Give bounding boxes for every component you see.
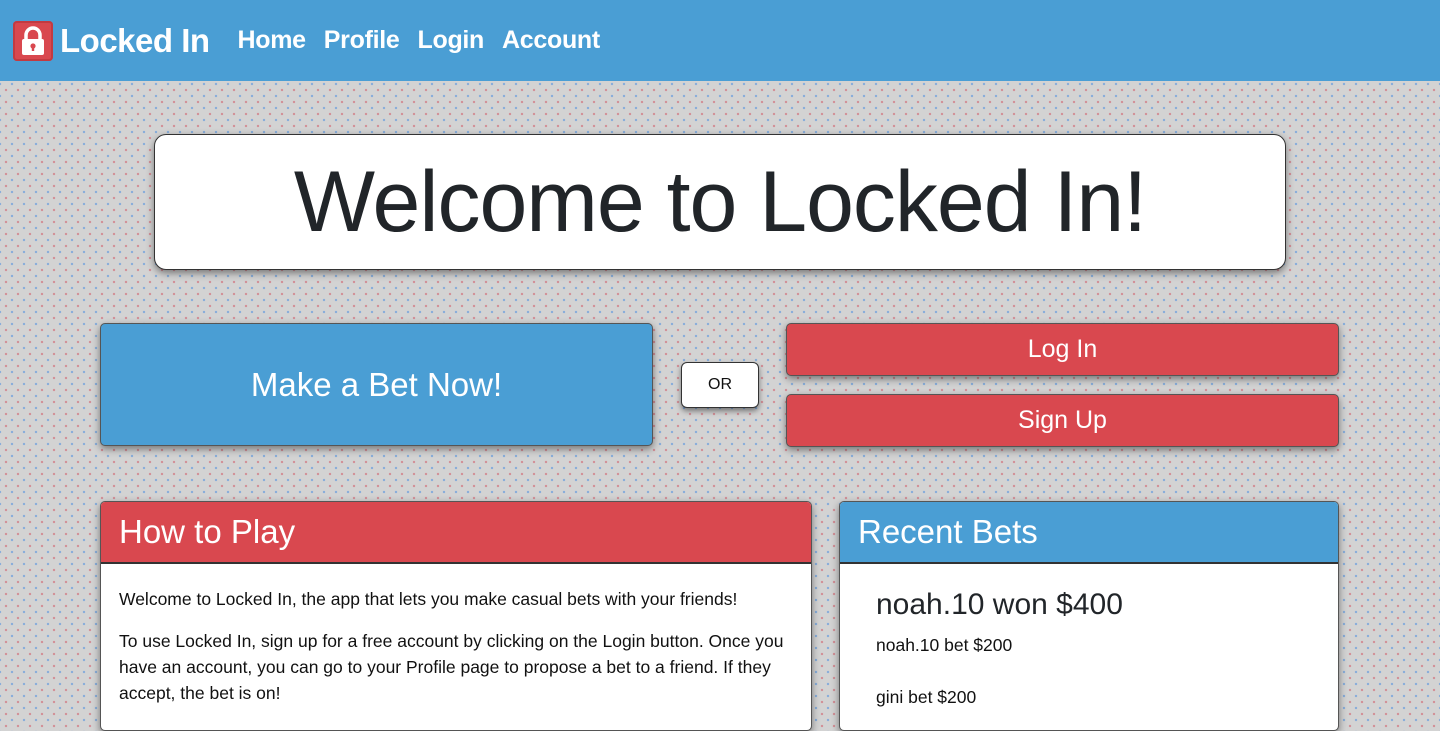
bet-line: gini bet $200	[876, 687, 977, 707]
top-navbar: Locked In Home Profile Login Account	[0, 0, 1440, 81]
recent-bets-title: Recent Bets	[840, 502, 1338, 564]
login-button[interactable]: Log In	[786, 323, 1339, 376]
nav-link-home[interactable]: Home	[238, 26, 307, 55]
lock-icon	[13, 20, 53, 61]
nav-link-profile[interactable]: Profile	[324, 26, 400, 55]
bet-headline: noah.10 won $400	[876, 588, 1123, 621]
recent-bets-list: noah.10 won $400 noah.10 bet $200 gini b…	[840, 564, 1338, 710]
recent-bets-card: Recent Bets noah.10 won $400 noah.10 bet…	[839, 501, 1339, 731]
nav-links: Home Profile Login Account	[238, 26, 618, 55]
brand-name: Locked In	[60, 21, 210, 59]
how-to-play-paragraph: To use Locked In, sign up for a free acc…	[119, 631, 784, 703]
welcome-banner: Welcome to Locked In!	[154, 134, 1286, 270]
nav-link-login[interactable]: Login	[418, 26, 485, 55]
signup-button[interactable]: Sign Up	[786, 394, 1339, 447]
how-to-play-body: Welcome to Locked In, the app that lets …	[101, 564, 811, 706]
nav-link-account[interactable]: Account	[502, 26, 600, 55]
make-bet-button[interactable]: Make a Bet Now!	[100, 323, 653, 446]
how-to-play-card: How to Play Welcome to Locked In, the ap…	[100, 501, 812, 731]
bet-item: noah.10 won $400 noah.10 bet $200 gini b…	[876, 588, 1302, 710]
bet-line: noah.10 bet $200	[876, 635, 1013, 655]
brand-link[interactable]: Locked In	[13, 20, 210, 61]
or-divider: OR	[681, 362, 759, 408]
welcome-title: Welcome to Locked In!	[293, 153, 1147, 250]
how-to-play-paragraph: Welcome to Locked In, the app that lets …	[119, 589, 738, 609]
how-to-play-title: How to Play	[101, 502, 811, 564]
